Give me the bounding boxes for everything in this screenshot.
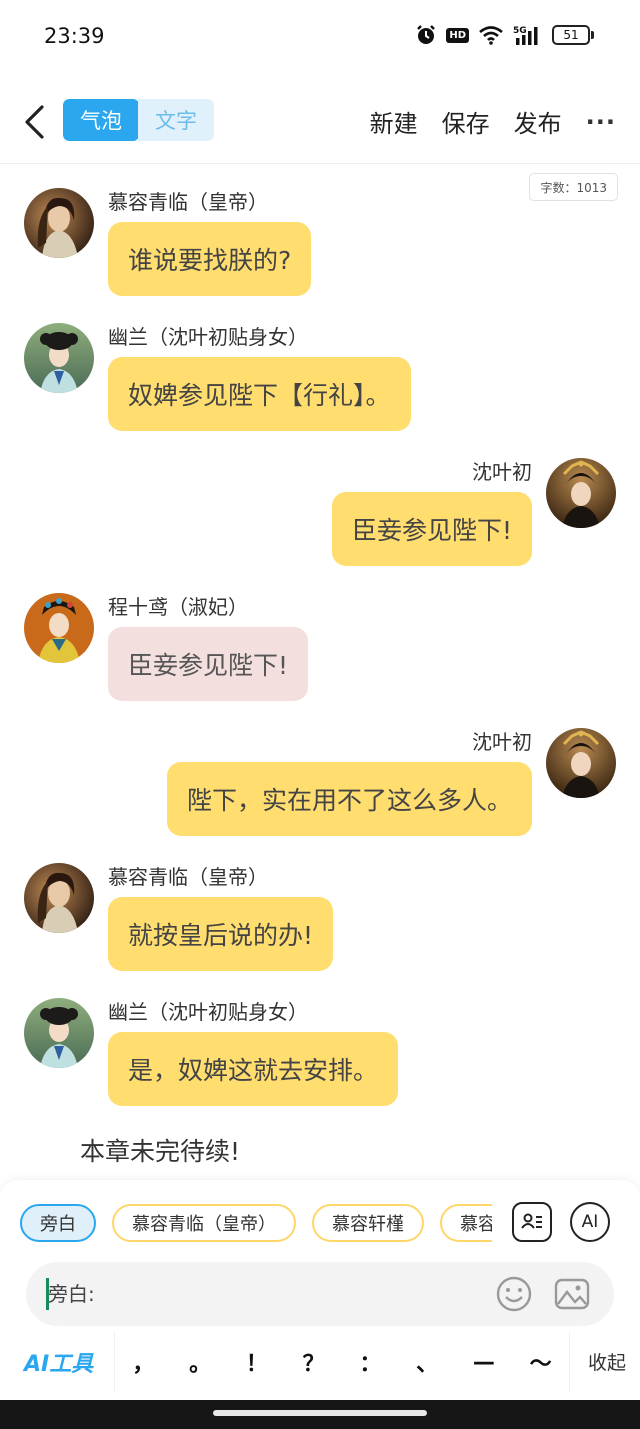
header-actions: 新建 保存 发布 ···	[370, 104, 616, 139]
punctuation-row: ， 。 ！ ？ ： 、 — ～	[114, 1332, 570, 1392]
avatar-queen[interactable]	[546, 728, 616, 798]
composer-panel: 旁白 慕容青临（皇帝） 慕容轩槿 慕容 AI AI工具 ， 。 ！	[0, 1180, 640, 1400]
more-button[interactable]: ···	[586, 108, 616, 136]
signal-icon: 5G	[513, 24, 543, 46]
battery-level: 51	[552, 25, 590, 45]
home-indicator[interactable]	[213, 1410, 427, 1416]
input-toolbar: AI工具 ， 。 ！ ？ ： 、 — ～ 收起	[0, 1332, 640, 1392]
status-icons: HD 5G 51	[415, 24, 594, 46]
to-be-continued-text: 本章未完待续!	[80, 1137, 241, 1166]
mode-toggle: 气泡 文字	[63, 99, 214, 141]
text-caret	[46, 1278, 49, 1310]
sender-name: 沈叶初	[472, 730, 532, 754]
role-chip[interactable]: 慕容轩槿	[312, 1204, 424, 1242]
role-manager-button[interactable]	[512, 1202, 552, 1242]
tab-bubble[interactable]: 气泡	[63, 99, 139, 141]
status-time: 23:39	[44, 24, 105, 48]
role-chip-list: 旁白 慕容青临（皇帝） 慕容轩槿 慕容	[20, 1204, 492, 1242]
svg-text:5G: 5G	[513, 26, 527, 36]
sender-name: 慕容青临（皇帝）	[108, 865, 268, 889]
ai-tools-button[interactable]: AI工具	[24, 1346, 93, 1378]
app-root: 23:39 HD 5G 51 气泡 文字 新建 保存 发布 ··· 字数：101…	[0, 0, 640, 1429]
chat-bubble[interactable]: 就按皇后说的办!	[108, 897, 334, 971]
new-button[interactable]: 新建	[370, 104, 418, 139]
ai-button[interactable]: AI	[570, 1202, 610, 1242]
avatar-maid[interactable]	[24, 998, 94, 1068]
punct-period[interactable]: 。	[180, 1346, 220, 1378]
avatar-emperor[interactable]	[24, 188, 94, 258]
chat-bubble[interactable]: 陛下，实在用不了这么多人。	[166, 762, 532, 836]
punct-dash[interactable]: —	[464, 1350, 504, 1375]
role-chip-narration[interactable]: 旁白	[20, 1204, 96, 1242]
hd-badge: HD	[446, 27, 469, 43]
word-count-badge: 字数：1013	[529, 173, 618, 201]
system-nav-bar	[0, 1400, 640, 1429]
avatar-consort[interactable]	[24, 593, 94, 663]
chat-bubble[interactable]: 谁说要找朕的?	[108, 222, 312, 296]
role-chip[interactable]: 慕容青临（皇帝）	[112, 1204, 296, 1242]
back-arrow-icon	[25, 105, 44, 139]
top-bar: 气泡 文字 新建 保存 发布 ···	[0, 86, 640, 164]
emoji-icon	[496, 1276, 532, 1312]
chat-bubble[interactable]: 是，奴婢这就去安排。	[108, 1032, 399, 1106]
punct-enum-comma[interactable]: 、	[407, 1346, 447, 1378]
chat-bubble[interactable]: 臣妾参见陛下!	[331, 492, 532, 566]
back-button[interactable]	[16, 102, 52, 142]
punct-question[interactable]: ？	[294, 1346, 334, 1378]
chat-bubble[interactable]: 奴婢参见陛下【行礼】。	[108, 357, 411, 431]
message-input[interactable]	[46, 1274, 486, 1314]
sender-name: 程十鸢（淑妃）	[108, 595, 248, 619]
punct-tilde[interactable]: ～	[521, 1346, 561, 1378]
status-bar: 23:39 HD 5G 51	[0, 0, 640, 74]
image-icon	[554, 1278, 590, 1310]
avatar-maid[interactable]	[24, 323, 94, 393]
chat-bubble[interactable]: 臣妾参见陛下!	[108, 627, 309, 701]
avatar-emperor[interactable]	[24, 863, 94, 933]
publish-button[interactable]: 发布	[514, 104, 562, 139]
emoji-button[interactable]	[494, 1274, 534, 1314]
punct-exclamation[interactable]: ！	[237, 1346, 277, 1378]
sender-name: 沈叶初	[472, 460, 532, 484]
tab-text[interactable]: 文字	[138, 99, 214, 141]
battery-icon: 51	[552, 25, 594, 45]
save-button[interactable]: 保存	[442, 104, 490, 139]
role-chip[interactable]: 慕容	[440, 1204, 492, 1242]
wifi-icon	[478, 25, 504, 45]
punct-colon[interactable]: ：	[350, 1346, 390, 1378]
collapse-button[interactable]: 收起	[588, 1348, 626, 1375]
sender-name: 幽兰（沈叶初贴身女）	[108, 325, 308, 349]
sender-name: 慕容青临（皇帝）	[108, 190, 268, 214]
role-card-icon	[521, 1213, 542, 1229]
image-button[interactable]	[552, 1274, 592, 1314]
message-input-box	[26, 1262, 614, 1326]
punct-comma[interactable]: ，	[123, 1346, 163, 1378]
alarm-icon	[415, 24, 437, 46]
avatar-queen[interactable]	[546, 458, 616, 528]
sender-name: 幽兰（沈叶初贴身女）	[108, 1000, 308, 1024]
